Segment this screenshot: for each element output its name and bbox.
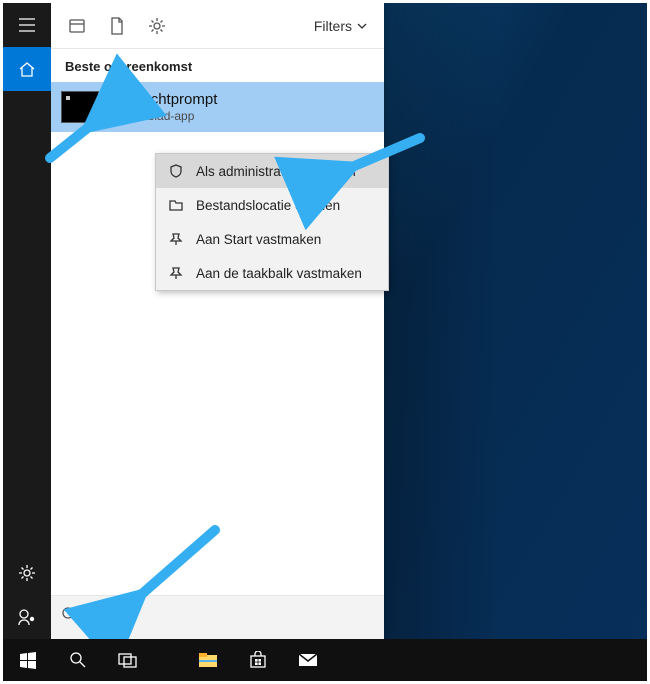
feedback-button[interactable]	[3, 595, 51, 639]
ctx-run-as-admin[interactable]: Als administrator uitvoeren	[156, 154, 388, 188]
best-match-subtitle: Bureaublad-app	[109, 109, 217, 123]
ctx-item-label: Als administrator uitvoeren	[196, 164, 356, 179]
task-view-button[interactable]	[103, 639, 153, 681]
section-best-match-label: Beste overeenkomst	[51, 49, 384, 82]
taskbar-store[interactable]	[233, 639, 283, 681]
filters-label: Filters	[314, 18, 352, 34]
start-button[interactable]	[3, 639, 53, 681]
search-box-area[interactable]	[51, 595, 384, 639]
menu-button[interactable]	[3, 3, 51, 47]
gear-icon	[148, 17, 166, 35]
best-match-title: Opdrachtprompt	[109, 91, 217, 109]
cmd-app-icon	[61, 91, 99, 123]
store-icon	[249, 651, 267, 669]
ctx-open-file-location[interactable]: Bestandslocatie openen	[156, 188, 388, 222]
task-view-icon	[118, 652, 138, 668]
taskbar-file-explorer[interactable]	[183, 639, 233, 681]
ctx-pin-start[interactable]: Aan Start vastmaken	[156, 222, 388, 256]
settings-scope-button[interactable]	[137, 6, 177, 46]
mail-icon	[298, 652, 318, 668]
document-icon	[109, 17, 125, 35]
search-icon	[61, 606, 79, 629]
home-icon	[18, 60, 36, 78]
best-match-text: Opdrachtprompt Bureaublad-app	[109, 91, 217, 123]
apps-scope-button[interactable]	[57, 6, 97, 46]
apps-icon	[68, 17, 86, 35]
taskbar	[3, 639, 647, 681]
ctx-item-label: Bestandslocatie openen	[196, 198, 340, 213]
filters-dropdown[interactable]: Filters	[304, 6, 378, 46]
gear-icon	[18, 564, 36, 582]
file-explorer-icon	[198, 652, 218, 668]
taskbar-search-button[interactable]	[53, 639, 103, 681]
settings-button[interactable]	[3, 551, 51, 595]
ctx-item-label: Aan de taakbalk vastmaken	[196, 266, 362, 281]
pin-icon	[168, 232, 184, 246]
windows-icon	[19, 651, 37, 669]
ctx-pin-taskbar[interactable]: Aan de taakbalk vastmaken	[156, 256, 388, 290]
taskbar-mail[interactable]	[283, 639, 333, 681]
panel-top-toolbar: Filters	[51, 3, 384, 49]
search-input[interactable]	[91, 609, 374, 627]
hamburger-icon	[18, 16, 36, 34]
folder-icon	[168, 198, 184, 212]
text-caret	[127, 607, 128, 627]
documents-scope-button[interactable]	[97, 6, 137, 46]
feedback-icon	[18, 608, 36, 626]
ctx-item-label: Aan Start vastmaken	[196, 232, 321, 247]
search-results-panel: Filters Beste overeenkomst Opdrachtpromp…	[51, 3, 384, 639]
shield-icon	[168, 164, 184, 178]
chevron-down-icon	[356, 20, 368, 32]
cortana-left-rail	[3, 3, 51, 639]
home-button[interactable]	[3, 47, 51, 91]
search-icon	[69, 651, 87, 669]
pin-icon	[168, 266, 184, 280]
context-menu: Als administrator uitvoeren Bestandsloca…	[155, 153, 389, 291]
best-match-result[interactable]: Opdrachtprompt Bureaublad-app	[51, 82, 384, 132]
